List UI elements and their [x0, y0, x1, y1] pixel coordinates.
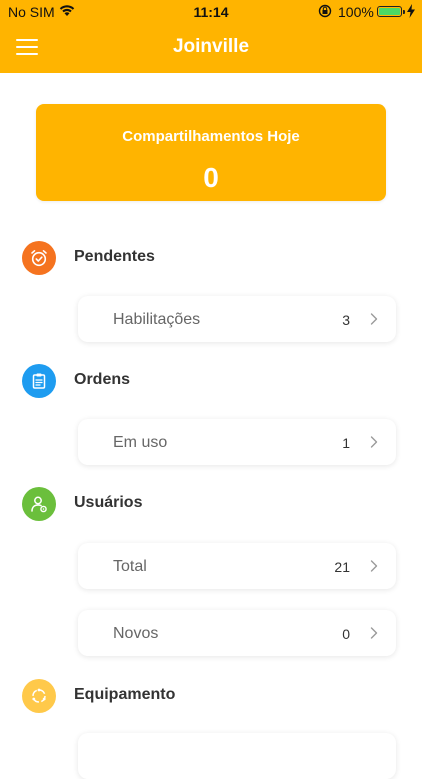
section-title: Usuários	[74, 494, 143, 511]
item-label: Habilitações	[113, 311, 201, 328]
battery-percent: 100%	[338, 4, 374, 20]
chevron-right-icon	[370, 560, 378, 572]
summary-value: 0	[203, 162, 219, 193]
section-title: Ordens	[74, 371, 131, 388]
rotation-lock-icon	[318, 4, 332, 18]
charging-bolt-icon	[407, 4, 415, 18]
summary-title: Compartilhamentos Hoje	[122, 128, 300, 145]
alarm-clock-check-icon	[22, 241, 56, 275]
list-item-novos[interactable]: Novos 0	[78, 610, 396, 656]
section-pendentes: Pendentes	[22, 241, 402, 275]
section-usuarios: Usuários	[22, 487, 402, 521]
chevron-right-icon	[370, 313, 378, 325]
page-title: Joinville	[172, 36, 250, 57]
app-header: No SIM 11:14 100% Joinville	[0, 0, 422, 73]
shares-today-card: Compartilhamentos Hoje 0	[36, 104, 386, 201]
section-equipamento: Equipamento	[22, 679, 402, 713]
clipboard-icon	[22, 364, 56, 398]
item-count: 21	[334, 559, 350, 575]
status-bar: No SIM 11:14 100%	[0, 0, 422, 24]
refresh-circle-icon	[22, 679, 56, 713]
chevron-right-icon	[370, 627, 378, 639]
section-ordens: Ordens	[22, 364, 402, 398]
item-label: Novos	[113, 625, 159, 642]
item-label: Em uso	[113, 434, 168, 451]
item-count: 0	[342, 626, 350, 642]
section-title: Equipamento	[74, 686, 176, 703]
list-item-em-uso[interactable]: Em uso 1	[78, 419, 396, 465]
list-item-equipamento-partial[interactable]	[78, 733, 396, 779]
battery-icon	[377, 6, 405, 17]
list-item-total[interactable]: Total 21	[78, 543, 396, 589]
list-item-habilitacoes[interactable]: Habilitações 3	[78, 296, 396, 342]
item-count: 3	[342, 312, 350, 328]
chevron-right-icon	[370, 436, 378, 448]
user-settings-icon	[22, 487, 56, 521]
section-title: Pendentes	[74, 248, 155, 265]
item-count: 1	[342, 435, 350, 451]
item-label: Total	[113, 558, 147, 575]
